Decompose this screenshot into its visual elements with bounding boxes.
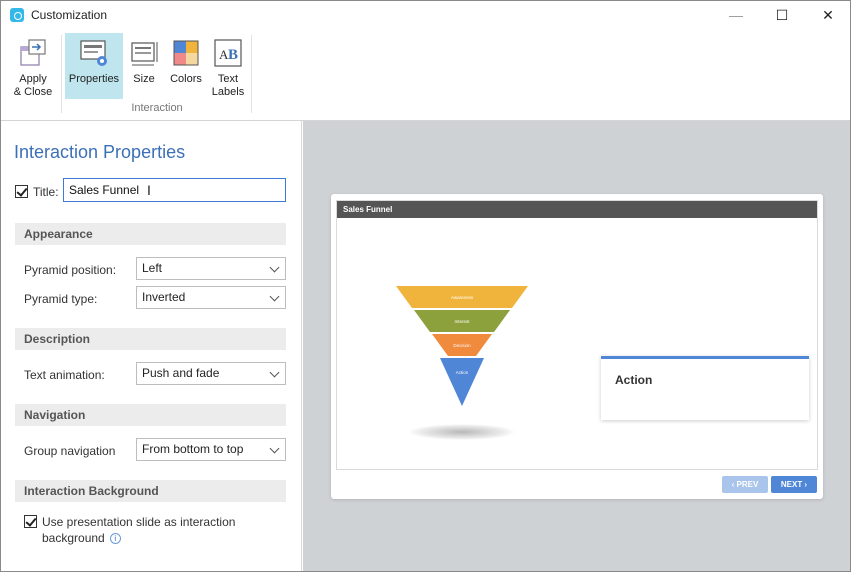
ribbon: Apply & Close Properties Size Colors A B… <box>1 29 850 121</box>
title-label: Title: <box>33 185 59 199</box>
funnel-shadow <box>409 424 515 440</box>
chevron-down-icon <box>269 291 280 302</box>
properties-icon <box>80 40 107 66</box>
title-checkbox[interactable] <box>15 185 28 198</box>
close-button[interactable]: ✕ <box>805 1 850 29</box>
apply-close-button[interactable]: Apply & Close <box>7 33 59 99</box>
group-navigation-select[interactable]: From bottom to top <box>136 438 286 461</box>
properties-panel: Interaction Properties Title: I Appearan… <box>1 121 302 571</box>
size-label: Size <box>133 73 155 85</box>
chevron-down-icon <box>269 443 280 454</box>
prev-button[interactable]: ‹ PREV <box>722 476 768 493</box>
size-button[interactable]: Size <box>125 33 163 99</box>
size-icon <box>131 42 158 66</box>
info-icon[interactable]: i <box>109 533 121 544</box>
text-labels-icon: A B <box>214 39 242 67</box>
pyramid-position-select[interactable]: Left <box>136 257 286 280</box>
app-icon <box>10 8 24 22</box>
section-navigation: Navigation <box>15 404 286 426</box>
chevron-down-icon <box>269 367 280 378</box>
pyramid-position-label: Pyramid position: <box>24 263 117 277</box>
apply-close-label-1: Apply <box>19 73 47 85</box>
properties-label: Properties <box>68 73 120 85</box>
funnel-label-action: Action <box>456 370 469 375</box>
use-slide-background-line1: Use presentation slide as interaction <box>42 515 236 529</box>
colors-icon <box>173 40 199 66</box>
window-title: Customization <box>31 8 108 22</box>
chevron-down-icon <box>269 262 280 273</box>
callout-title: Action <box>615 373 653 387</box>
pyramid-type-label: Pyramid type: <box>24 292 98 306</box>
panel-heading: Interaction Properties <box>14 142 186 162</box>
text-animation-value: Push and fade <box>142 366 220 380</box>
ribbon-separator <box>61 35 62 113</box>
pyramid-type-value: Inverted <box>142 290 186 304</box>
next-button[interactable]: NEXT › <box>771 476 817 493</box>
description-callout: Action <box>601 356 809 420</box>
section-description: Description <box>15 328 286 350</box>
text-animation-select[interactable]: Push and fade <box>136 362 286 385</box>
ribbon-group-label: Interaction <box>131 102 183 114</box>
use-slide-background-label: Use presentation slide as interaction ba… <box>42 514 272 546</box>
group-navigation-label: Group navigation <box>24 444 116 458</box>
funnel-pyramid: Awareness Interest Decision Action <box>396 286 528 406</box>
slide-preview: Sales Funnel Awareness Interest Decision… <box>336 200 818 470</box>
text-labels-button[interactable]: A B Text Labels <box>209 33 247 99</box>
text-labels-label-1: Text <box>217 73 239 85</box>
title-input[interactable] <box>63 178 286 202</box>
title-bar: Customization — ☐ ✕ <box>1 1 850 29</box>
colors-label: Colors <box>170 73 202 85</box>
text-cursor-icon: I <box>147 182 151 198</box>
section-interaction-background: Interaction Background <box>15 480 286 502</box>
slide-preview-card: Sales Funnel Awareness Interest Decision… <box>331 194 823 499</box>
apply-close-label-2: & Close <box>13 86 53 98</box>
group-navigation-value: From bottom to top <box>142 442 244 456</box>
text-animation-label: Text animation: <box>24 368 105 382</box>
pyramid-position-value: Left <box>142 261 163 275</box>
funnel-label-interest: Interest <box>454 319 470 324</box>
pyramid-type-select[interactable]: Inverted <box>136 286 286 309</box>
use-slide-background-line2: background <box>42 531 105 545</box>
customization-window: Customization — ☐ ✕ Apply & Close Proper… <box>0 0 851 572</box>
preview-area: Sales Funnel Awareness Interest Decision… <box>303 121 850 571</box>
ribbon-separator <box>251 35 252 113</box>
maximize-button[interactable]: ☐ <box>759 1 805 29</box>
section-appearance: Appearance <box>15 223 286 245</box>
text-labels-label-2: Labels <box>211 86 245 98</box>
colors-button[interactable]: Colors <box>165 33 207 99</box>
funnel-label-decision: Decision <box>453 343 471 348</box>
svg-text:B: B <box>228 47 238 63</box>
funnel-label-awareness: Awareness <box>451 295 474 300</box>
apply-close-icon <box>20 39 46 66</box>
use-slide-background-checkbox[interactable] <box>24 515 37 528</box>
minimize-button[interactable]: — <box>713 1 759 29</box>
slide-title: Sales Funnel <box>337 201 817 218</box>
properties-button[interactable]: Properties <box>65 33 123 99</box>
